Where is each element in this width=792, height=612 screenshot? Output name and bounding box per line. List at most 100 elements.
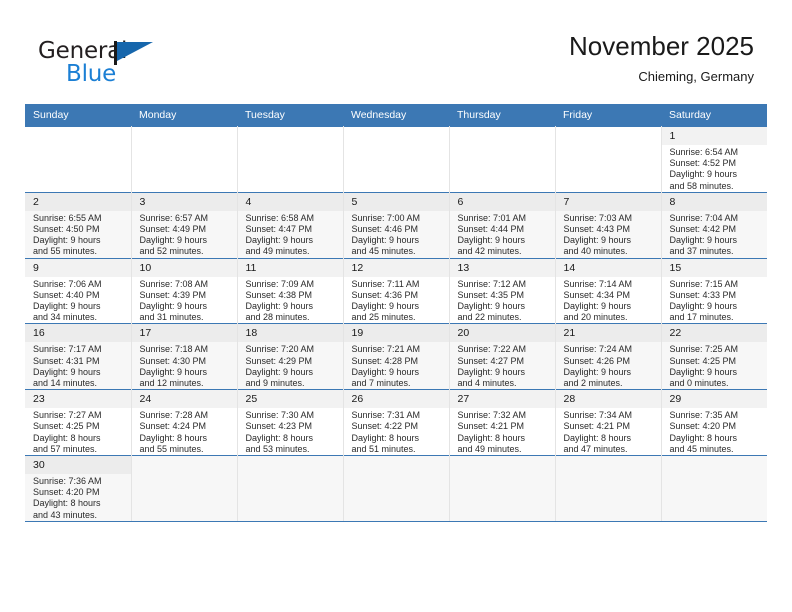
calendar-day-cell[interactable]: 2 Sunrise: 6:55 AM Sunset: 4:50 PM Daylight… (25, 191, 132, 259)
calendar-day-cell[interactable]: 4 Sunrise: 6:58 AM Sunset: 4:47 PM Daylight… (237, 191, 344, 259)
calendar-day-cell[interactable]: 14 Sunrise: 7:14 AM Sunset: 4:34 PM Dayligh… (555, 257, 662, 324)
sunset-time: Sunset: 4:21 PM (457, 421, 525, 432)
sunset-time: Sunset: 4:29 PM (245, 355, 313, 366)
daylight-duration-line1: Daylight: 9 hours (563, 301, 632, 312)
calendar-day-cell[interactable]: 10 Sunrise: 7:08 AM Sunset: 4:39 PM Dayligh… (131, 257, 238, 324)
sunrise-time: Sunrise: 6:55 AM (33, 212, 102, 223)
daylight-duration-line1: Daylight: 9 hours (139, 366, 208, 377)
calendar-day-cell[interactable]: 21 Sunrise: 7:24 AM Sunset: 4:26 PM Dayligh… (555, 323, 662, 390)
day-details: Sunrise: 6:54 AM Sunset: 4:52 PM Daylight:… (662, 145, 768, 192)
calendar-day-cell[interactable]: 6 Sunrise: 7:01 AM Sunset: 4:44 PM Daylight… (449, 191, 556, 259)
sunrise-time: Sunrise: 7:15 AM (669, 278, 739, 289)
sunset-time: Sunset: 4:26 PM (563, 355, 631, 366)
sunrise-time: Sunrise: 7:06 AM (33, 278, 102, 289)
calendar-empty-cell (25, 126, 132, 193)
day-number: 7 (555, 192, 661, 211)
calendar-day-cell[interactable]: 30 Sunrise: 7:36 AM Sunset: 4:20 PM Dayligh… (25, 455, 132, 522)
day-number: 21 (555, 324, 661, 343)
calendar-day-cell[interactable]: 5 Sunrise: 7:00 AM Sunset: 4:46 PM Daylight… (343, 191, 450, 259)
sunrise-time: Sunrise: 7:17 AM (33, 344, 102, 355)
calendar-day-cell[interactable]: 29 Sunrise: 7:35 AM Sunset: 4:20 PM Dayligh… (661, 389, 767, 456)
calendar-day-cell[interactable]: 8 Sunrise: 7:04 AM Sunset: 4:42 PM Daylight… (661, 191, 767, 259)
day-number (556, 456, 661, 461)
sunrise-time: Sunrise: 7:35 AM (669, 410, 739, 421)
daylight-duration-line1: Daylight: 9 hours (563, 366, 632, 377)
weekday-header-friday: Friday (555, 104, 661, 127)
sunrise-time: Sunrise: 7:24 AM (563, 344, 633, 355)
calendar-day-cell[interactable]: 26 Sunrise: 7:31 AM Sunset: 4:22 PM Dayligh… (343, 389, 450, 456)
day-details: Sunrise: 7:32 AM Sunset: 4:21 PM Daylight:… (450, 408, 555, 455)
daylight-duration-line1: Daylight: 9 hours (139, 301, 208, 312)
day-number (450, 127, 555, 132)
sunset-time: Sunset: 4:40 PM (33, 289, 100, 300)
day-details: Sunrise: 7:06 AM Sunset: 4:40 PM Daylight:… (25, 277, 131, 324)
calendar-day-cell[interactable]: 13 Sunrise: 7:12 AM Sunset: 4:35 PM Dayligh… (449, 257, 556, 324)
daylight-duration-line1: Daylight: 9 hours (245, 366, 314, 377)
general-blue-logo[interactable]: General Blue (38, 38, 198, 90)
calendar-empty-cell (449, 126, 556, 193)
sunrise-time: Sunrise: 6:57 AM (139, 212, 209, 223)
day-details: Sunrise: 7:01 AM Sunset: 4:44 PM Daylight:… (450, 211, 555, 258)
sunrise-time: Sunrise: 7:31 AM (351, 410, 421, 421)
sunrise-time: Sunrise: 7:27 AM (33, 410, 102, 421)
sunrise-time: Sunrise: 7:03 AM (563, 212, 633, 223)
sunset-time: Sunset: 4:21 PM (563, 421, 631, 432)
daylight-duration-line1: Daylight: 9 hours (669, 366, 738, 377)
sunset-time: Sunset: 4:22 PM (351, 421, 419, 432)
daylight-duration-line2: and 25 minutes. (351, 312, 416, 323)
day-number: 9 (25, 258, 131, 277)
sunrise-time: Sunrise: 7:00 AM (351, 212, 421, 223)
day-number: 6 (449, 192, 555, 211)
calendar-day-cell[interactable]: 9 Sunrise: 7:06 AM Sunset: 4:40 PM Daylight… (25, 257, 132, 324)
sunrise-time: Sunrise: 7:18 AM (139, 344, 209, 355)
day-details: Sunrise: 7:14 AM Sunset: 4:34 PM Daylight:… (556, 277, 661, 324)
calendar-day-cell[interactable]: 24 Sunrise: 7:28 AM Sunset: 4:24 PM Dayligh… (131, 389, 238, 456)
daylight-duration-line1: Daylight: 9 hours (351, 235, 420, 246)
calendar-day-cell[interactable]: 23 Sunrise: 7:27 AM Sunset: 4:25 PM Dayligh… (25, 389, 132, 456)
daylight-duration-line2: and 17 minutes. (669, 312, 734, 323)
day-number: 10 (131, 258, 237, 277)
sunrise-time: Sunrise: 7:21 AM (351, 344, 421, 355)
calendar-empty-cell (343, 126, 450, 193)
calendar-day-cell[interactable]: 17 Sunrise: 7:18 AM Sunset: 4:30 PM Dayligh… (131, 323, 238, 390)
calendar-day-cell[interactable]: 15 Sunrise: 7:15 AM Sunset: 4:33 PM Dayligh… (661, 257, 767, 324)
daylight-duration-line2: and 9 minutes. (245, 378, 305, 389)
calendar-day-cell[interactable]: 25 Sunrise: 7:30 AM Sunset: 4:23 PM Dayligh… (237, 389, 344, 456)
calendar-day-cell[interactable]: 20 Sunrise: 7:22 AM Sunset: 4:27 PM Dayligh… (449, 323, 556, 390)
day-details: Sunrise: 6:58 AM Sunset: 4:47 PM Daylight:… (238, 211, 343, 258)
daylight-duration-line2: and 20 minutes. (563, 312, 628, 323)
calendar-empty-cell (237, 126, 344, 193)
calendar-day-cell[interactable]: 1 Sunrise: 6:54 AM Sunset: 4:52 PM Daylight… (661, 126, 768, 193)
daylight-duration-line2: and 55 minutes. (33, 246, 98, 257)
calendar-day-cell[interactable]: 22 Sunrise: 7:25 AM Sunset: 4:25 PM Dayligh… (661, 323, 767, 390)
calendar-day-cell[interactable]: 18 Sunrise: 7:20 AM Sunset: 4:29 PM Dayligh… (237, 323, 344, 390)
calendar-day-cell[interactable]: 11 Sunrise: 7:09 AM Sunset: 4:38 PM Dayligh… (237, 257, 344, 324)
daylight-duration-line1: Daylight: 9 hours (245, 235, 314, 246)
day-number: 17 (131, 324, 237, 343)
day-details: Sunrise: 7:30 AM Sunset: 4:23 PM Daylight:… (238, 408, 343, 455)
day-number: 30 (25, 456, 131, 475)
calendar-day-cell[interactable]: 28 Sunrise: 7:34 AM Sunset: 4:21 PM Dayligh… (555, 389, 662, 456)
daylight-duration-line2: and 45 minutes. (669, 443, 734, 454)
daylight-duration-line1: Daylight: 8 hours (33, 498, 101, 509)
day-number: 16 (25, 324, 131, 343)
daylight-duration-line2: and 49 minutes. (457, 443, 522, 454)
calendar-empty-cell (343, 455, 450, 522)
calendar-day-cell[interactable]: 3 Sunrise: 6:57 AM Sunset: 4:49 PM Daylight… (131, 191, 238, 259)
sunset-time: Sunset: 4:52 PM (669, 158, 737, 169)
sunset-time: Sunset: 4:38 PM (245, 289, 313, 300)
calendar-week-row: 1 Sunrise: 6:54 AM Sunset: 4:52 PM Daylight… (25, 126, 768, 193)
day-number: 14 (555, 258, 661, 277)
sunrise-time: Sunrise: 6:54 AM (669, 147, 739, 157)
calendar-day-cell[interactable]: 19 Sunrise: 7:21 AM Sunset: 4:28 PM Dayligh… (343, 323, 450, 390)
calendar-week-row: 16 Sunrise: 7:17 AM Sunset: 4:31 PM Dayligh… (25, 323, 767, 390)
daylight-duration-line2: and 34 minutes. (33, 312, 98, 323)
calendar-day-cell[interactable]: 7 Sunrise: 7:03 AM Sunset: 4:43 PM Daylight… (555, 191, 662, 259)
day-number: 1 (661, 127, 767, 145)
calendar-day-cell[interactable]: 12 Sunrise: 7:11 AM Sunset: 4:36 PM Dayligh… (343, 257, 450, 324)
flag-icon (114, 41, 158, 65)
sunset-time: Sunset: 4:43 PM (563, 224, 631, 235)
calendar-day-cell[interactable]: 16 Sunrise: 7:17 AM Sunset: 4:31 PM Dayligh… (25, 323, 132, 390)
sunrise-time: Sunrise: 7:34 AM (563, 410, 633, 421)
calendar-day-cell[interactable]: 27 Sunrise: 7:32 AM Sunset: 4:21 PM Dayligh… (449, 389, 556, 456)
